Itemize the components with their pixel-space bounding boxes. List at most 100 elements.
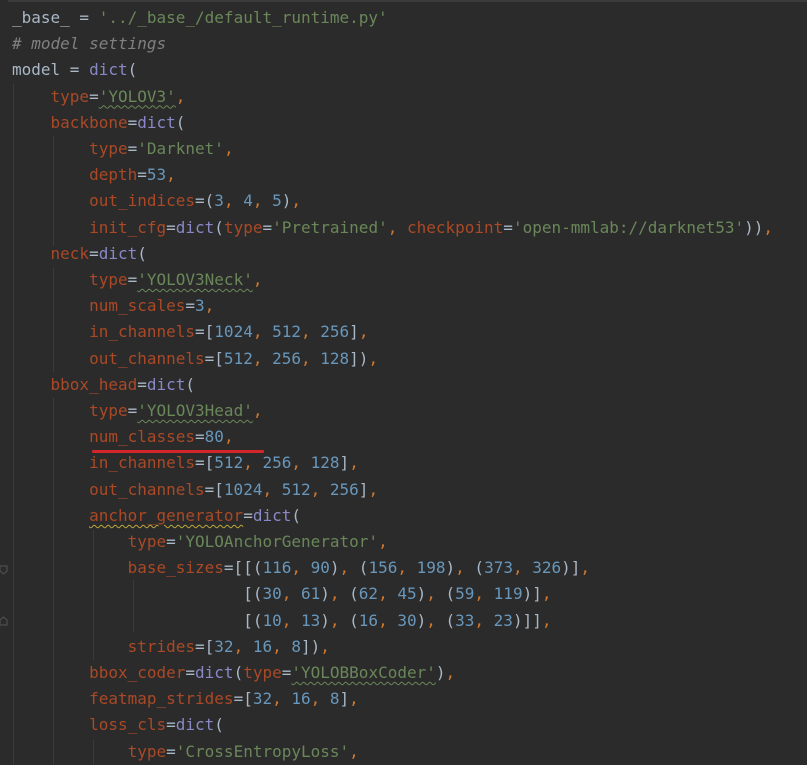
code-line[interactable]: # model settings [12,31,166,57]
code-line[interactable]: [(10, 13), (16, 30), (33, 23)]], [12,608,551,634]
code-token: = [185,296,196,316]
code-line[interactable]: type='Darknet', [12,136,234,162]
code-token: in_channels [89,453,196,473]
code-token: , [541,584,552,604]
code-token: , [252,401,263,420]
code-line[interactable]: in_channels=[512, 256, 128], [12,450,359,476]
code-token: type [243,663,282,682]
highlight-underline [92,450,264,453]
code-line[interactable]: type='CrossEntropyLoss', [12,739,359,765]
code-token: , [580,558,591,578]
code-line[interactable]: strides=[32, 16, 8]), [12,634,330,660]
code-token: )] [522,584,542,604]
code-token: , [223,191,244,211]
code-token: = [243,505,253,525]
code-line[interactable]: num_classes=80, [12,424,234,450]
code-line[interactable]: init_cfg=dict(type='Pretrained', checkpo… [12,215,773,241]
code-token: , [223,139,234,158]
code-token: 'YOLOV3Neck' [137,270,253,289]
code-token: neck [50,243,90,263]
code-token: featmap_strides [89,689,234,709]
code-line[interactable]: loss_cls=dict( [12,712,224,738]
code-token: =[ [195,453,215,473]
code-line[interactable]: model = dict( [12,57,137,83]
code-token: = [137,165,147,185]
code-line[interactable]: out_indices=(3, 4, 5), [12,188,301,214]
code-token: 256 [329,479,359,499]
code-token: , [252,348,273,368]
code-token: 128 [310,453,340,473]
code-line[interactable]: anchor_generator=dict( [12,503,301,529]
code-token: [( [12,610,263,630]
code-line[interactable]: _base_ = '../_base_/default_runtime.py' [12,5,388,31]
code-token: ] [339,453,350,473]
code-token: = [166,715,176,735]
code-token: type [89,270,128,289]
code-token: type [50,86,90,106]
code-line[interactable]: backbone=dict( [12,110,186,136]
code-token: 256 [272,348,301,368]
code-token: type [127,532,167,551]
code-token: ( [349,610,359,630]
code-line[interactable]: in_channels=[1024, 512, 256], [12,319,368,345]
code-token: , [175,86,186,106]
code-token: 16 [291,689,311,709]
code-token: num_scales [89,296,186,316]
code-token: , [387,217,407,237]
code-token: ( [474,558,485,578]
fold-marker-icon[interactable] [0,616,8,626]
code-token: loss_cls [89,715,167,735]
code-line[interactable]: out_channels=[1024, 512, 256], [12,477,378,503]
code-token: )]] [512,610,542,630]
code-token: , [320,636,330,656]
code-token: = [127,401,138,420]
code-token: 373 [484,558,513,578]
code-line[interactable]: bbox_head=dict( [12,372,196,398]
code-token: 'YOLOV3Head' [137,401,253,420]
code-token: , [512,558,533,578]
code-line[interactable]: out_channels=[512, 256, 128]), [12,346,378,372]
code-token: out_channels [89,479,205,499]
code-token: = [195,427,205,447]
code-token: , [281,584,301,604]
code-token: , [349,689,359,709]
code-line[interactable]: type='YOLOV3Head', [12,398,262,424]
code-token: =[ [204,479,224,499]
fold-marker-icon[interactable] [0,565,8,575]
code-line[interactable]: type='YOLOV3Neck', [12,267,262,293]
code-line[interactable]: bbox_coder=dict(type='YOLOBBoxCoder'), [12,660,455,686]
code-token: 30 [397,610,417,630]
code-line[interactable]: type='YOLOV3', [12,84,186,110]
code-line[interactable]: [(30, 61), (62, 45), (59, 119)], [12,581,551,607]
code-token: 'open-mmlab://darknet53' [512,217,745,237]
code-line[interactable]: base_sizes=[[(116, 90), (156, 198), (373… [12,555,590,581]
code-token: in_channels [89,322,196,342]
code-editor[interactable]: _base_ = '../_base_/default_runtime.py' #… [0,0,807,765]
code-token: 33 [455,610,475,630]
code-token: type [127,741,167,761]
code-token: , [541,610,552,630]
code-token: ) [445,558,456,578]
code-line[interactable]: type='YOLOAnchorGenerator', [12,529,388,555]
code-token: = [166,217,176,237]
code-token: , [243,453,263,473]
code-token: # model settings [12,34,167,54]
code-line[interactable]: neck=dict( [12,241,147,267]
code-line[interactable]: featmap_strides=[32, 16, 8], [12,686,359,712]
code-token: '../_base_/default_runtime.py' [98,8,388,27]
code-token: bbox_head [50,374,138,394]
code-token: dict [175,715,215,735]
code-line[interactable]: num_scales=3, [12,293,214,319]
code-token: =[ [195,636,215,656]
code-token: , [233,636,253,656]
code-line[interactable]: depth=53, [12,162,176,188]
code-token: , [378,610,398,630]
code-token: ( [137,243,147,263]
